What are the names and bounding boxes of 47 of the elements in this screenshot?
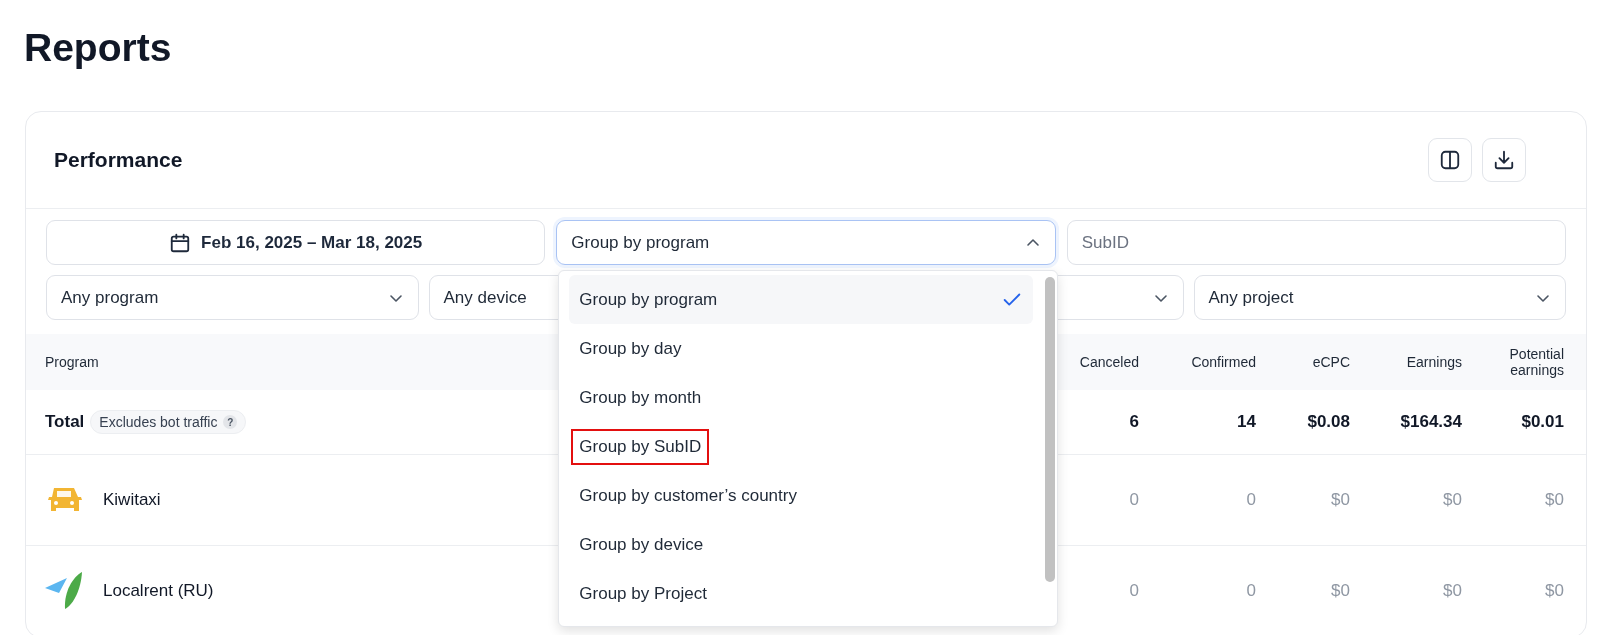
card-title: Performance: [54, 148, 183, 172]
column-header: Canceled: [1078, 354, 1139, 370]
program-name[interactable]: Kiwitaxi: [103, 490, 161, 510]
table-cell-text: 6: [1128, 412, 1139, 432]
table-cell-text: $164.34: [1399, 412, 1462, 432]
dropdown-option[interactable]: Group by day: [569, 324, 1034, 373]
subid-field[interactable]: SubID: [1066, 220, 1566, 265]
table-cell-text: 0: [1245, 490, 1256, 510]
dropdown-option[interactable]: Group by month: [569, 373, 1034, 422]
badge-text: Excludes bot traffic: [99, 414, 218, 430]
dropdown-option[interactable]: Group by device: [569, 520, 1034, 569]
filter-select[interactable]: Any program: [46, 275, 419, 320]
table-cell-text: 0: [1128, 490, 1139, 510]
table-cell-text: 0: [1245, 581, 1256, 601]
dropdown-option[interactable]: Group by Project: [569, 569, 1034, 618]
dropdown-option[interactable]: Group by SubID: [569, 422, 1034, 471]
column-header: Earnings: [1405, 354, 1462, 370]
columns-icon: [1439, 149, 1461, 171]
table-cell-text: $0: [1330, 581, 1350, 601]
calendar-icon: [169, 231, 192, 254]
column-header: Potential earnings: [1508, 346, 1564, 378]
column-header: Confirmed: [1190, 354, 1256, 370]
table-cell-text: $0.08: [1306, 412, 1350, 432]
page-title: Reports: [23, 25, 173, 71]
group-by-select[interactable]: Group by program: [556, 220, 1056, 265]
table-cell-text: $0: [1544, 490, 1564, 510]
download-icon: [1493, 149, 1515, 171]
dropdown-option[interactable]: Group by program: [569, 275, 1034, 324]
table-cell-text: 14: [1236, 412, 1256, 432]
date-range-button[interactable]: Feb 16, 2025 – Mar 18, 2025: [46, 220, 546, 265]
table-cell-text: $0.01: [1520, 412, 1564, 432]
columns-button[interactable]: [1428, 138, 1472, 182]
table-cell-text: 0: [1128, 581, 1139, 601]
column-header: eCPC: [1311, 354, 1350, 370]
leaf-logo-icon: [45, 571, 83, 611]
filter-select[interactable]: Any project: [1193, 275, 1566, 320]
table-cell-text: $0: [1544, 581, 1564, 601]
total-label: Total: [45, 412, 85, 432]
download-button[interactable]: [1482, 138, 1526, 182]
table-cell-text: $0: [1442, 581, 1462, 601]
table-cell-text: $0: [1330, 490, 1350, 510]
program-name[interactable]: Localrent (RU): [103, 581, 214, 601]
scrollbar-thumb[interactable]: [1045, 277, 1056, 582]
table-cell-text: $0: [1442, 490, 1462, 510]
help-icon[interactable]: ?: [223, 415, 238, 429]
dropdown-option[interactable]: Group by customer’s country: [569, 471, 1034, 520]
column-header: Program: [45, 354, 100, 370]
